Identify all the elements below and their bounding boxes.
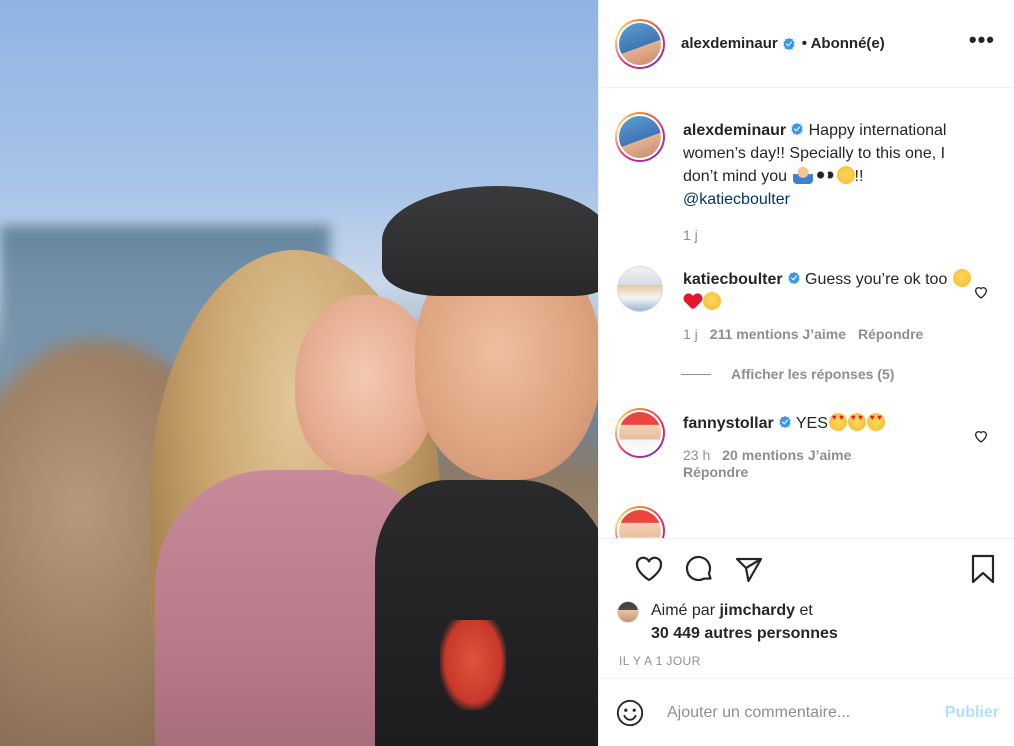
author-avatar[interactable] [615,18,665,69]
commenter-avatar-image [619,412,661,454]
commenter-avatar[interactable] [615,506,665,538]
view-replies-button[interactable]: Afficher les réponses (5) [681,366,999,382]
caption-suffix: !! [854,168,864,185]
more-options-icon[interactable]: ••• [969,29,995,51]
like-comment-heart-icon[interactable] [973,428,989,444]
commenter-avatar[interactable] [615,408,665,458]
caption: alexdeminaur Happy international women’s… [615,112,999,243]
emoji-smiley-icon[interactable] [615,698,645,728]
post-time-ago[interactable]: IL Y A 1 JOUR [619,654,999,668]
author-username[interactable]: alexdeminaur [681,35,778,52]
comments-list: alexdeminaur Happy international women’s… [599,88,1014,538]
reply-button[interactable]: Répondre [683,464,748,480]
liked-by-avatar[interactable] [617,601,639,623]
caption-mention-link[interactable]: @katiecboulter [683,191,790,208]
comment-text: YES [795,415,828,432]
like-heart-icon[interactable] [633,553,665,585]
heart-eyes-emoji-icon [828,413,847,431]
comment-likes[interactable]: 211 mentions J’aime [710,326,846,342]
person-shrugging-emoji-icon [792,166,813,184]
comment-bubble-icon[interactable] [683,553,715,585]
heart-eyes-emoji-icon [866,413,885,431]
photo-shirt-logo [440,620,506,710]
eyes-emoji-icon [813,166,836,184]
view-replies-label: Afficher les réponses (5) [731,366,895,382]
photo-person-face [295,295,435,475]
liked-by-connector: et [799,602,813,619]
verified-badge-icon [787,271,800,285]
heart-eyes-emoji-icon [847,413,866,431]
comment-likes[interactable]: 20 mentions J’aime [722,447,851,463]
commenter-username[interactable]: fannystollar [683,415,774,432]
reply-button[interactable]: Répondre [858,326,923,342]
post-photo[interactable] [0,0,598,746]
kissing-wink-emoji-icon [703,292,721,310]
comment-item [615,506,999,538]
eye-roll-emoji-icon [952,269,971,287]
comment-input[interactable] [667,703,935,722]
share-paper-plane-icon[interactable] [733,553,765,585]
caption-avatar[interactable] [615,112,665,162]
post-actions: Aimé par jimchardy et 30 449 autres pers… [599,538,1014,678]
post-side-panel: alexdeminaur • Abonné(e) ••• alexdeminau… [598,0,1014,746]
verified-badge-icon [779,415,791,429]
verified-badge-icon [783,37,795,50]
red-heart-emoji-icon [684,292,702,310]
caption-time[interactable]: 1 j [683,227,973,243]
commenter-avatar[interactable] [617,266,663,312]
comment-item: fannystollar YES 23 h20 mentions J’aime … [615,408,999,481]
post-header: alexdeminaur • Abonné(e) ••• [599,0,1014,88]
liked-by-prefix: Aimé par [651,602,716,619]
photo-person-cap [382,186,598,296]
comment-time[interactable]: 1 j [683,326,698,342]
save-bookmark-icon[interactable] [967,553,999,585]
kissing-wink-emoji-icon [836,166,855,184]
follow-status[interactable]: • Abonné(e) [802,35,885,52]
comment-text: Guess you’re ok too [805,271,948,288]
author-avatar-image [619,22,661,65]
commenter-username[interactable]: katiecboulter [683,271,783,288]
liked-by-summary: Aimé par jimchardy et 30 449 autres pers… [615,599,999,645]
comment-time[interactable]: 23 h [683,447,710,463]
replies-divider [681,373,711,375]
liked-by-user-link[interactable]: jimchardy [719,602,795,619]
verified-badge-icon [791,122,803,136]
liked-by-others-link[interactable]: 30 449 autres personnes [651,625,838,642]
publish-button[interactable]: Publier [945,704,999,722]
caption-username[interactable]: alexdeminaur [683,122,786,139]
caption-avatar-image [619,116,661,158]
commenter-avatar-image [619,510,661,538]
add-comment-bar: Publier [599,678,1014,746]
comment-item: katiecboulter Guess you’re ok too 1 j 211… [615,266,999,342]
like-comment-heart-icon[interactable] [973,284,989,300]
